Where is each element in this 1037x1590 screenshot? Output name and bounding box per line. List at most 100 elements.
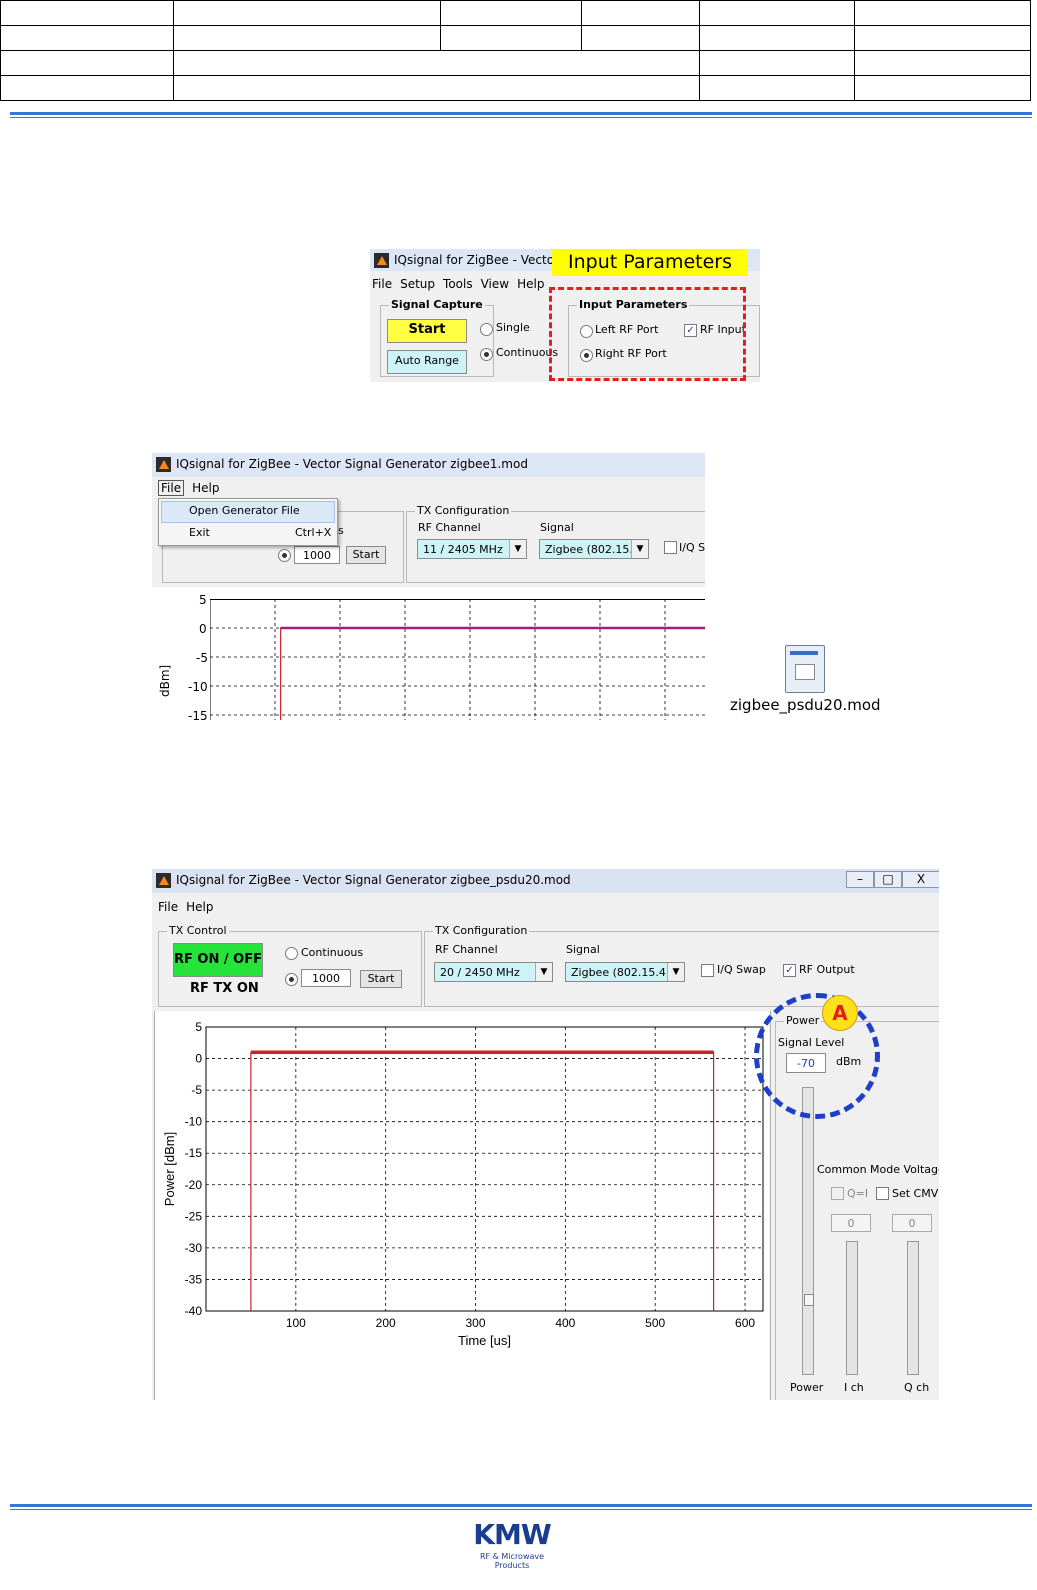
start-button[interactable]: Start — [346, 546, 386, 564]
iq-swap-checkbox[interactable] — [664, 541, 677, 554]
kmw-logo: KMW RF & Microwave Products — [462, 1520, 562, 1571]
menu-file[interactable]: File — [158, 900, 178, 914]
menu-help[interactable]: Help — [192, 481, 219, 495]
x-tick-label: 300 — [466, 1316, 486, 1330]
signal-value: Zigbee (802.15.4) — [545, 543, 645, 556]
iq-swap-checkbox[interactable] — [701, 964, 714, 977]
menu-setup[interactable]: Setup — [400, 277, 435, 291]
rf-channel-label: RF Channel — [435, 943, 498, 956]
y-tick-label: 0 — [195, 1052, 202, 1066]
continuous-label: Continuous — [301, 946, 364, 959]
footer-rule-thin — [10, 1509, 1032, 1510]
q-value-input[interactable]: 0 — [892, 1214, 932, 1232]
signal-dropdown[interactable]: Zigbee (802.15.4) ▼ — [539, 539, 649, 559]
count-radio[interactable] — [278, 549, 291, 562]
i-value-input[interactable]: 0 — [831, 1214, 871, 1232]
y-tick-label: -40 — [185, 1304, 203, 1318]
y-tick-label: 5 — [199, 593, 207, 607]
q-equals-i-label: Q=I — [847, 1187, 869, 1200]
y-tick-label: -25 — [185, 1209, 203, 1223]
i-ch-slider[interactable] — [846, 1241, 858, 1375]
auto-range-button[interactable]: Auto Range — [387, 350, 467, 374]
matlab-icon — [374, 253, 389, 268]
count-input[interactable]: 1000 — [301, 969, 351, 987]
x-tick-label: 500 — [645, 1316, 665, 1330]
menu-help[interactable]: Help — [186, 900, 213, 914]
rf-output-checkbox[interactable]: ✓ — [783, 964, 796, 977]
y-axis-label-text: Power [dBm] — [162, 1132, 177, 1206]
y-tick-label: -30 — [185, 1241, 203, 1255]
single-radio[interactable] — [480, 323, 493, 336]
rf-channel-value: 11 / 2405 MHz — [423, 543, 503, 556]
menu-tools[interactable]: Tools — [443, 277, 473, 291]
exit-shortcut: Ctrl+X — [295, 526, 332, 539]
menu-item-open-generator-file[interactable]: Open Generator File — [189, 504, 300, 517]
power-slider[interactable] — [802, 1087, 814, 1375]
close-button[interactable]: X — [902, 871, 939, 888]
x-tick-label: 600 — [735, 1316, 755, 1330]
cmv-label: Common Mode Voltages — [817, 1163, 939, 1176]
count-input[interactable]: 1000 — [294, 546, 340, 564]
menu-file[interactable]: File — [158, 480, 185, 496]
set-cmv-checkbox[interactable] — [876, 1187, 889, 1200]
minimize-button[interactable]: – — [846, 871, 874, 888]
signal-label: Signal — [540, 521, 574, 534]
continuous-radio[interactable] — [285, 947, 298, 960]
start-button[interactable]: Start — [360, 970, 402, 988]
x-tick-label: 200 — [376, 1316, 396, 1330]
window-title: IQsignal for ZigBee - Vector S — [394, 253, 571, 267]
maximize-button[interactable]: □ — [874, 871, 902, 888]
rf-tx-status: RF TX ON — [190, 981, 259, 996]
y-tick-label: -15 — [188, 709, 208, 720]
rf-channel-value: 20 / 2450 MHz — [440, 966, 520, 979]
y-tick-label: 5 — [195, 1020, 202, 1034]
vector-signal-generator-window: IQsignal for ZigBee - Vector Signal Gene… — [152, 869, 939, 1400]
open-file-window: IQsignal for ZigBee - Vector Signal Gene… — [152, 453, 705, 720]
mod-file-icon[interactable] — [785, 645, 825, 693]
rf-on-off-button[interactable]: RF ON / OFF — [173, 943, 263, 977]
window-title: IQsignal for ZigBee - Vector Signal Gene… — [176, 457, 528, 471]
document-header-table — [0, 0, 1031, 101]
menubar: File Help — [158, 480, 705, 499]
window-title: IQsignal for ZigBee - Vector Signal Gene… — [176, 873, 571, 887]
single-label: Single — [496, 321, 530, 334]
file-icon-bar — [790, 651, 818, 655]
plot-grid — [210, 599, 705, 720]
continuous-radio[interactable] — [480, 348, 493, 361]
menu-item-exit[interactable]: Exit — [189, 526, 210, 539]
signal-label: Signal — [566, 943, 600, 956]
header-rule-thin — [10, 117, 1032, 118]
rf-channel-dropdown[interactable]: 11 / 2405 MHz ▼ — [417, 539, 527, 559]
menu-help[interactable]: Help — [517, 277, 544, 291]
chevron-down-icon: ▼ — [631, 540, 648, 558]
start-button[interactable]: Start — [387, 319, 467, 343]
x-tick-label: 100 — [286, 1316, 306, 1330]
power-slider-label: Power — [790, 1381, 824, 1394]
chevron-down-icon: ▼ — [509, 540, 526, 558]
header-rule — [10, 112, 1032, 115]
highlight-box — [549, 287, 746, 381]
x-axis-label: Time [us] — [458, 1333, 511, 1348]
tx-control-label: TX Control — [167, 924, 229, 937]
count-radio[interactable] — [285, 973, 298, 986]
annotation-marker-a: A — [822, 995, 858, 1031]
q-equals-i-checkbox[interactable] — [831, 1187, 844, 1200]
window-titlebar: IQsignal for ZigBee - Vector Signal Gene… — [152, 453, 705, 477]
chevron-down-icon: ▼ — [535, 963, 552, 981]
menu-file[interactable]: File — [372, 277, 392, 291]
q-ch-slider[interactable] — [907, 1241, 919, 1375]
plot-grid — [205, 1026, 764, 1312]
rf-channel-dropdown[interactable]: 20 / 2450 MHz ▼ — [434, 962, 553, 982]
y-tick-label: -5 — [191, 1083, 202, 1097]
tx-configuration-label: TX Configuration — [415, 504, 512, 517]
signal-dropdown[interactable]: Zigbee (802.15.4) ▼ — [565, 962, 685, 982]
menu-view[interactable]: View — [481, 277, 509, 291]
y-tick-label: -10 — [188, 680, 208, 694]
set-cmv-label: Set CMV — [892, 1187, 939, 1200]
logo-tagline: RF & Microwave Products — [479, 1552, 545, 1570]
file-icon-label[interactable]: zigbee_psdu20.mod — [730, 696, 881, 714]
y-tick-label: -10 — [185, 1115, 203, 1129]
signal-value: Zigbee (802.15.4) — [571, 966, 671, 979]
power-slider-thumb[interactable] — [804, 1294, 814, 1306]
matlab-icon — [156, 457, 171, 472]
